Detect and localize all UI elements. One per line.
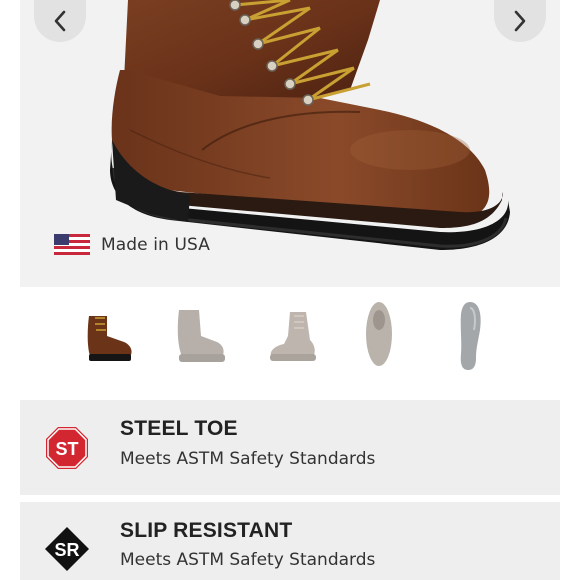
feature-description: Meets ASTM Safety Standards [120, 449, 376, 469]
origin-label: Made in USA [101, 234, 210, 255]
chevron-right-icon [514, 10, 526, 32]
product-image-gallery[interactable]: Made in USA [20, 0, 560, 287]
slip-resistant-badge-icon: SR [45, 527, 89, 571]
thumbnail-side-view[interactable] [69, 296, 149, 376]
steel-toe-badge-label: ST [55, 439, 78, 459]
feature-description: Meets ASTM Safety Standards [120, 550, 376, 570]
feature-title: STEEL TOE [120, 417, 238, 440]
product-page: Made in USA ST STEEL TOE Meets ASTM Safe… [0, 0, 580, 580]
feature-slip-resistant: SR SLIP RESISTANT Meets ASTM Safety Stan… [20, 502, 560, 580]
feature-title: SLIP RESISTANT [120, 519, 293, 542]
thumbnail-strip [0, 296, 580, 376]
slip-resistant-badge-label: SR [54, 540, 79, 560]
thumbnail-three-quarter-view[interactable] [163, 296, 243, 376]
us-flag-icon [54, 234, 90, 255]
thumbnail-sole-view[interactable] [430, 296, 510, 376]
feature-steel-toe: ST STEEL TOE Meets ASTM Safety Standards [20, 400, 560, 495]
thumbnail-top-view[interactable] [341, 296, 421, 376]
thumbnail-back-angle-view[interactable] [258, 296, 338, 376]
chevron-left-icon [54, 10, 66, 32]
country-of-origin: Made in USA [54, 234, 210, 255]
steel-toe-badge-icon: ST [46, 427, 88, 469]
